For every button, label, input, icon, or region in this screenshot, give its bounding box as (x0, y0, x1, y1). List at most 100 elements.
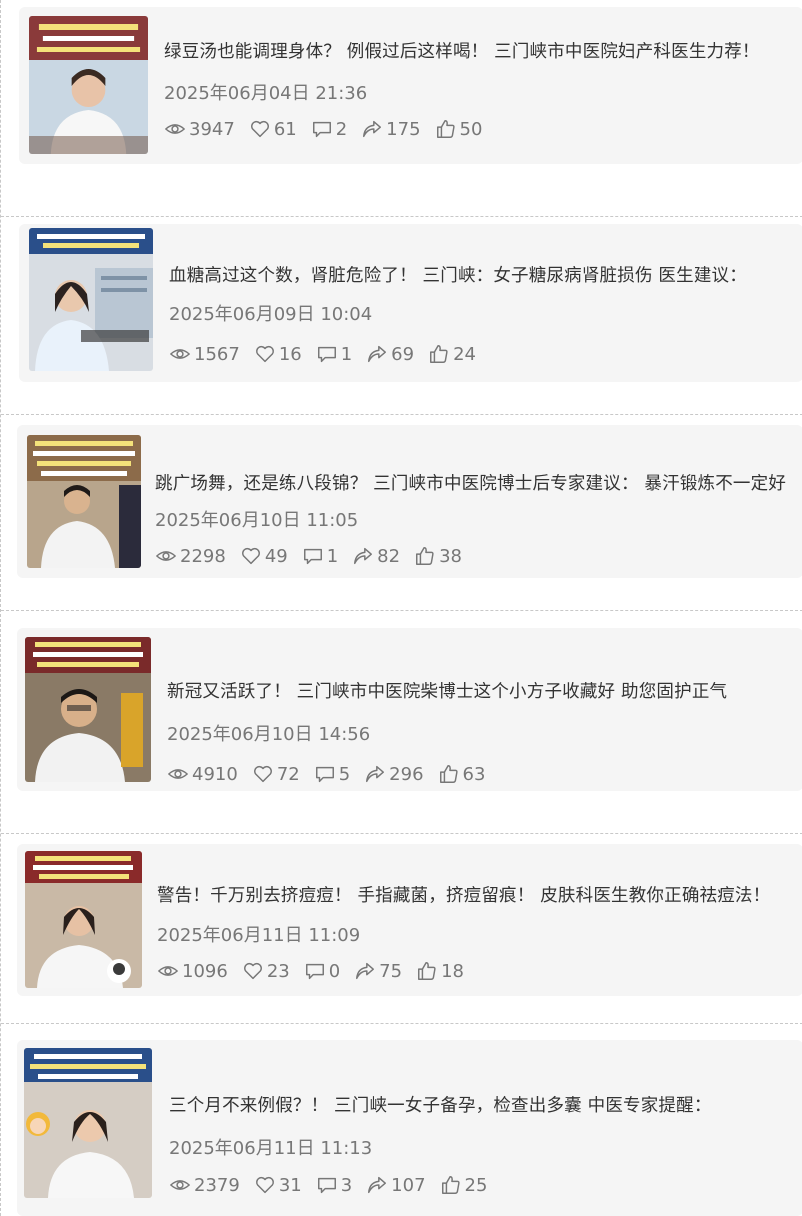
share-icon (354, 547, 373, 565)
comment-icon (305, 963, 324, 980)
share-icon (356, 962, 375, 980)
thumbs-stat[interactable]: 18 (416, 960, 464, 982)
article-title[interactable]: 新冠又活跃了！ 三门峡市中医院柴博士这个小方子收藏好 助您固护正气 (167, 678, 801, 703)
comments-count: 0 (328, 960, 341, 982)
article-title[interactable]: 绿豆汤也能调理身体？ 例假过后这样喝！ 三门峡市中医院妇产科医生力荐！ (164, 38, 800, 63)
comment-icon (317, 346, 336, 363)
comments-stat[interactable]: 1 (302, 545, 338, 567)
article-thumbnail[interactable] (27, 435, 141, 568)
thumbs-count: 50 (459, 118, 483, 140)
likes-count: 49 (264, 545, 288, 567)
share-icon (363, 120, 382, 138)
comments-count: 3 (340, 1174, 353, 1196)
article-card[interactable]: 三个月不来例假？！ 三门峡一女子备孕，检查出多囊 中医专家提醒： 2025年06… (17, 1040, 802, 1216)
article-stats: 4910 72 5 296 63 (167, 763, 499, 785)
shares-count: 75 (379, 960, 403, 982)
eye-icon (170, 1180, 190, 1190)
shares-stat[interactable]: 175 (361, 118, 421, 140)
thumbs-stat[interactable]: 24 (428, 343, 476, 365)
article-thumbnail[interactable] (29, 228, 153, 371)
likes-count: 72 (276, 763, 300, 785)
likes-count: 61 (273, 118, 297, 140)
comments-count: 5 (338, 763, 351, 785)
comments-stat[interactable]: 1 (316, 343, 352, 365)
comment-icon (315, 766, 334, 783)
article-date: 2025年06月04日 21:36 (164, 83, 368, 104)
article-date: 2025年06月09日 10:04 (169, 304, 373, 325)
eye-icon (170, 349, 190, 359)
likes-count: 31 (278, 1174, 302, 1196)
heart-icon (241, 547, 260, 565)
heart-icon (243, 962, 262, 980)
comment-icon (317, 1177, 336, 1194)
thumbs-count: 38 (439, 545, 462, 567)
article-title[interactable]: 警告！千万别去挤痘痘！ 手指藏菌，挤痘留痕！ 皮肤科医生教你正确祛痘法！ (157, 882, 801, 907)
shares-stat[interactable]: 296 (364, 763, 424, 785)
article-stats: 2379 31 3 107 25 (169, 1174, 501, 1196)
comments-count: 1 (326, 545, 339, 567)
article-title[interactable]: 血糖高过这个数，肾脏危险了！ 三门峡：女子糖尿病肾脏损伤 医生建议： (169, 262, 799, 287)
eye-icon (156, 551, 176, 561)
thumbs-up-icon (418, 962, 436, 980)
thumbs-count: 25 (464, 1174, 488, 1196)
article-thumbnail[interactable] (24, 1048, 152, 1198)
thumbs-count: 18 (441, 960, 464, 982)
thumbs-count: 63 (462, 763, 486, 785)
article-card[interactable]: 绿豆汤也能调理身体？ 例假过后这样喝！ 三门峡市中医院妇产科医生力荐！ 2025… (19, 7, 802, 164)
thumbs-stat[interactable]: 50 (435, 118, 483, 140)
likes-stat[interactable]: 23 (242, 960, 290, 982)
thumbs-stat[interactable]: 25 (440, 1174, 488, 1196)
eye-icon (168, 769, 188, 779)
likes-stat[interactable]: 31 (254, 1174, 302, 1196)
shares-count: 296 (389, 763, 424, 785)
thumbs-stat[interactable]: 63 (438, 763, 486, 785)
shares-count: 69 (391, 343, 415, 365)
feed-row: 新冠又活跃了！ 三门峡市中医院柴博士这个小方子收藏好 助您固护正气 2025年0… (1, 611, 802, 834)
feed-row: 绿豆汤也能调理身体？ 例假过后这样喝！ 三门峡市中医院妇产科医生力荐！ 2025… (1, 0, 802, 217)
likes-stat[interactable]: 61 (249, 118, 297, 140)
shares-count: 82 (377, 545, 401, 567)
article-date: 2025年06月10日 11:05 (155, 510, 359, 531)
article-stats: 1567 16 1 69 24 (169, 343, 490, 365)
share-icon (368, 1176, 387, 1194)
feed-row: 血糖高过这个数，肾脏危险了！ 三门峡：女子糖尿病肾脏损伤 医生建议： 2025年… (1, 217, 802, 415)
article-title[interactable]: 跳广场舞，还是练八段锦？ 三门峡市中医院博士后专家建议： 暴汗锻炼不一定好 (155, 470, 801, 495)
article-thumbnail[interactable] (29, 16, 148, 154)
comments-stat[interactable]: 3 (316, 1174, 352, 1196)
views-stat: 2298 (155, 545, 226, 567)
article-card[interactable]: 血糖高过这个数，肾脏危险了！ 三门峡：女子糖尿病肾脏损伤 医生建议： 2025年… (19, 224, 802, 382)
article-title[interactable]: 三个月不来例假？！ 三门峡一女子备孕，检查出多囊 中医专家提醒： (169, 1092, 801, 1117)
article-date: 2025年06月11日 11:13 (169, 1138, 373, 1159)
likes-stat[interactable]: 49 (240, 545, 288, 567)
views-count: 1567 (194, 343, 240, 365)
eye-icon (158, 966, 178, 976)
shares-stat[interactable]: 69 (366, 343, 414, 365)
shares-count: 107 (391, 1174, 426, 1196)
comments-stat[interactable]: 0 (304, 960, 340, 982)
article-stats: 1096 23 0 75 18 (157, 960, 478, 982)
thumbs-up-icon (441, 1176, 460, 1194)
likes-stat[interactable]: 72 (252, 763, 300, 785)
shares-count: 175 (386, 118, 421, 140)
shares-stat[interactable]: 75 (354, 960, 402, 982)
comments-stat[interactable]: 5 (314, 763, 350, 785)
article-feed: 绿豆汤也能调理身体？ 例假过后这样喝！ 三门峡市中医院妇产科医生力荐！ 2025… (0, 0, 802, 1216)
comments-stat[interactable]: 2 (311, 118, 347, 140)
article-stats: 2298 49 1 82 38 (155, 545, 476, 567)
heart-icon (255, 1176, 274, 1194)
shares-stat[interactable]: 107 (366, 1174, 426, 1196)
heart-icon (250, 120, 269, 138)
thumbs-stat[interactable]: 38 (414, 545, 462, 567)
views-stat: 1096 (157, 960, 228, 982)
shares-stat[interactable]: 82 (352, 545, 400, 567)
article-thumbnail[interactable] (25, 851, 142, 988)
likes-count: 16 (278, 343, 302, 365)
article-card[interactable]: 新冠又活跃了！ 三门峡市中医院柴博士这个小方子收藏好 助您固护正气 2025年0… (17, 628, 802, 791)
article-thumbnail[interactable] (25, 637, 151, 782)
feed-row: 三个月不来例假？！ 三门峡一女子备孕，检查出多囊 中医专家提醒： 2025年06… (1, 1024, 802, 1216)
likes-stat[interactable]: 16 (254, 343, 302, 365)
feed-row: 跳广场舞，还是练八段锦？ 三门峡市中医院博士后专家建议： 暴汗锻炼不一定好 20… (1, 415, 802, 611)
views-stat: 3947 (164, 118, 235, 140)
article-card[interactable]: 跳广场舞，还是练八段锦？ 三门峡市中医院博士后专家建议： 暴汗锻炼不一定好 20… (17, 425, 802, 578)
article-card[interactable]: 警告！千万别去挤痘痘！ 手指藏菌，挤痘留痕！ 皮肤科医生教你正确祛痘法！ 202… (17, 844, 802, 996)
